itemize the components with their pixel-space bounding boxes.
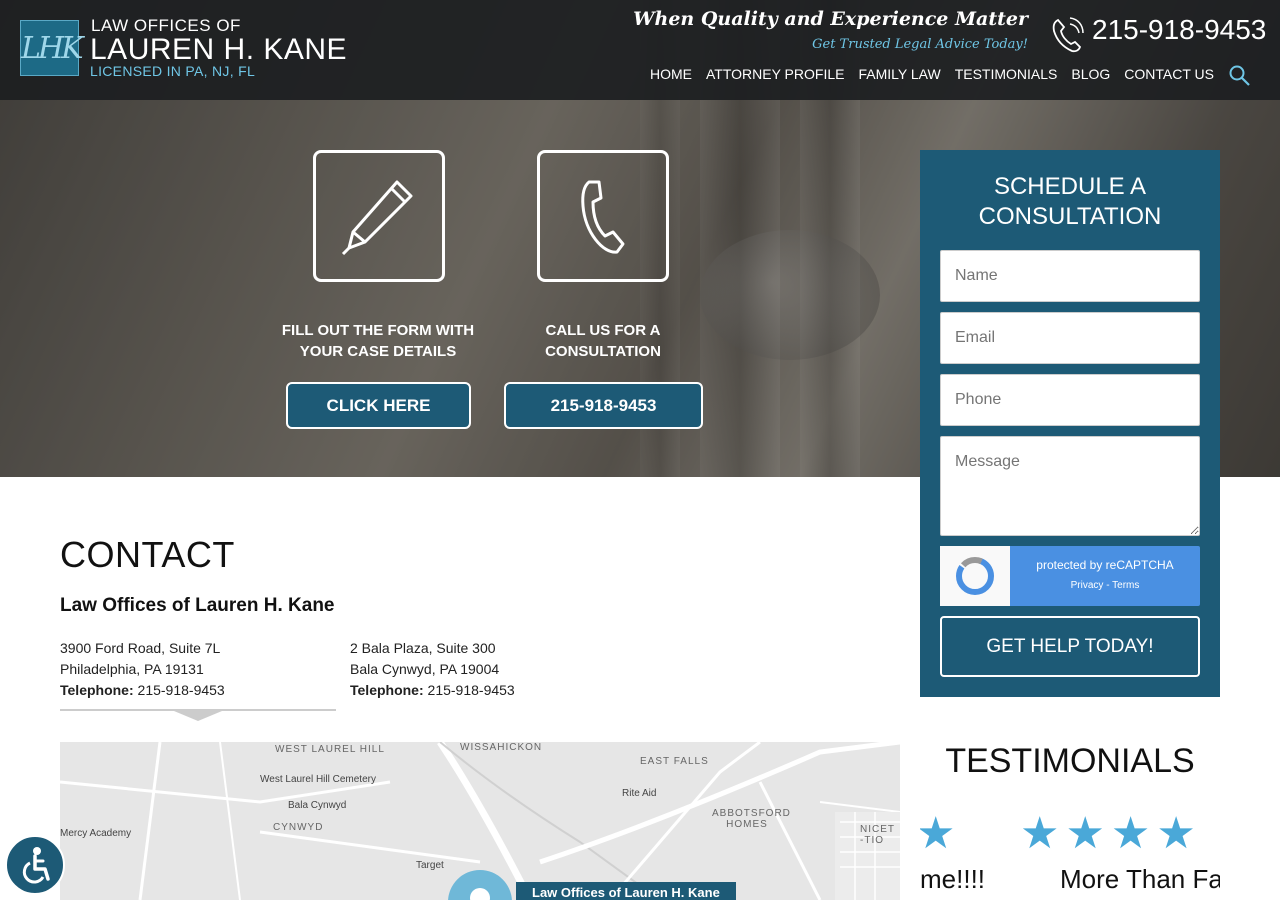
call-phone-button[interactable]: 215-918-9453 (504, 382, 703, 429)
form-cta-text: FILL OUT THE FORM WITH YOUR CASE DETAILS (281, 322, 475, 360)
map-label: Target (416, 860, 444, 871)
name-field[interactable] (940, 250, 1200, 302)
nav-blog[interactable]: BLOG (1071, 66, 1110, 82)
telephone-label: Telephone: (350, 682, 424, 698)
map-label: EAST FALLS (640, 756, 709, 767)
contact-heading: CONTACT (60, 534, 235, 575)
address-line: 2 Bala Plaza, Suite 300 (350, 640, 496, 656)
office-address-2: 2 Bala Plaza, Suite 300 Bala Cynwyd, PA … (350, 638, 515, 701)
call-icon-card[interactable] (537, 150, 669, 282)
nav-testimonials[interactable]: TESTIMONIALS (955, 66, 1058, 82)
telephone-link[interactable]: 215-918-9453 (428, 682, 515, 698)
accessibility-icon (22, 847, 50, 884)
map-label: WEST LAUREL HILL (275, 744, 385, 755)
get-help-button[interactable]: GET HELP TODAY! (940, 616, 1200, 677)
address-line: 3900 Ford Road, Suite 7L (60, 640, 221, 656)
address-line: Philadelphia, PA 19131 (60, 661, 204, 677)
recaptcha-badge[interactable]: protected by reCAPTCHA Privacy - Terms (940, 546, 1200, 606)
star-rating-icon: ★★★★ (1020, 808, 1202, 859)
nav-family-law[interactable]: FAMILY LAW (858, 66, 940, 82)
map-label: WISSAHICKON (460, 742, 543, 753)
map-label: West Laurel Hill Cemetery (260, 774, 376, 785)
map-label: Bala Cynwyd (288, 800, 347, 811)
office-address-1: 3900 Ford Road, Suite 7L Philadelphia, P… (60, 638, 225, 701)
header-phone[interactable]: 215-918-9453 (1092, 14, 1266, 46)
recaptcha-text: protected by reCAPTCHA (1036, 558, 1174, 572)
tagline: When Quality and Experience Matter (633, 8, 1028, 30)
nav-home[interactable]: HOME (650, 66, 692, 82)
click-here-button[interactable]: CLICK HERE (286, 382, 471, 429)
subtagline: Get Trusted Legal Advice Today! (812, 37, 1028, 52)
testimonial-carousel[interactable]: ★ ★★★★ me!!!! More Than Fa (920, 800, 1220, 900)
divider-tip (174, 711, 222, 721)
phone-icon (581, 180, 625, 254)
testimonials-heading: TESTIMONIALS (945, 742, 1195, 780)
map-label: ABBOTSFORD HOMES (712, 808, 791, 830)
nav-contact-us[interactable]: CONTACT US (1124, 66, 1214, 82)
pen-icon (341, 180, 413, 256)
logo-line2[interactable]: LAUREN H. KANE (90, 33, 347, 67)
telephone-label: Telephone: (60, 682, 134, 698)
map-location-card[interactable]: Law Offices of Lauren H. Kane (516, 882, 736, 900)
map-label: NICET -TIO (860, 824, 895, 846)
main-nav: HOME ATTORNEY PROFILE FAMILY LAW TESTIMO… (650, 66, 1214, 82)
search-icon[interactable] (1229, 65, 1251, 87)
star-rating-icon: ★ (920, 808, 962, 859)
map-label: Rite Aid (622, 788, 657, 799)
recaptcha-links[interactable]: Privacy - Terms (1010, 580, 1200, 591)
logo-line3: LICENSED IN PA, NJ, FL (90, 63, 256, 79)
accessibility-button[interactable] (5, 835, 65, 895)
firm-name: Law Offices of Lauren H. Kane (60, 595, 335, 616)
testimonial-quote: me!!!! (920, 864, 986, 894)
consultation-form: SCHEDULE A CONSULTATION protected by reC… (920, 150, 1220, 697)
address-line: Bala Cynwyd, PA 19004 (350, 661, 500, 677)
call-cta-text: CALL US FOR A CONSULTATION (545, 322, 661, 360)
logo-mark[interactable]: LHK (20, 20, 84, 76)
telephone-link[interactable]: 215-918-9453 (138, 682, 225, 698)
map-label: CYNWYD (273, 822, 324, 833)
phone-icon (1052, 17, 1084, 53)
location-map[interactable]: WEST LAUREL HILL West Laurel Hill Cemete… (60, 742, 900, 900)
message-field[interactable] (940, 436, 1200, 536)
phone-field[interactable] (940, 374, 1200, 426)
form-icon-card[interactable] (313, 150, 445, 282)
map-label: Mercy Academy (60, 828, 132, 839)
form-title: SCHEDULE A CONSULTATION (978, 173, 1162, 230)
testimonial-quote: More Than Fa (1060, 864, 1220, 894)
recaptcha-icon (940, 546, 1010, 606)
nav-attorney-profile[interactable]: ATTORNEY PROFILE (706, 66, 844, 82)
site-header: LHK LAW OFFICES OF LAUREN H. KANE LICENS… (0, 0, 1280, 100)
email-field[interactable] (940, 312, 1200, 364)
